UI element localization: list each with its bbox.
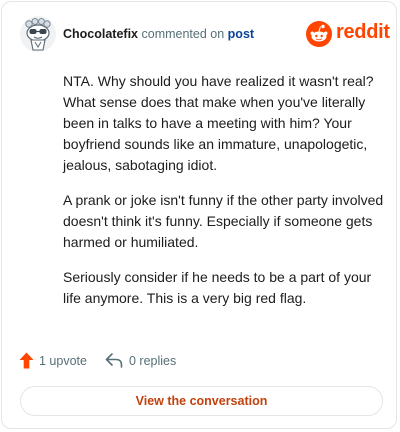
upvote-button[interactable]: 1 upvote <box>19 352 91 370</box>
replies-button[interactable]: 0 replies <box>105 352 195 370</box>
comment-paragraph: A prank or joke isn't funny if the other… <box>63 192 384 250</box>
reddit-wordmark: reddit <box>336 21 390 43</box>
comment-paragraph: NTA. Why should you have realized it was… <box>63 73 374 173</box>
view-conversation-button[interactable]: View the conversation <box>20 386 383 416</box>
comment-action-text: commented on <box>141 27 225 41</box>
comment-username[interactable]: Chocolatefix <box>63 27 138 41</box>
snoo-avatar-icon[interactable] <box>20 16 56 52</box>
comment-paragraph: Seriously consider if he needs to be a p… <box>63 269 372 306</box>
upvote-arrow-icon <box>19 352 34 369</box>
upvote-count: 1 upvote <box>39 354 87 368</box>
comment-embed-card: Chocolatefix commented on post reddit NT… <box>1 1 397 429</box>
replies-count: 0 replies <box>129 354 177 368</box>
reddit-snoo-icon <box>306 21 332 47</box>
reddit-brand[interactable]: reddit <box>306 19 390 49</box>
comment-byline: Chocolatefix commented on post <box>63 27 254 41</box>
reply-arrow-icon <box>105 353 123 368</box>
comment-header: Chocolatefix commented on post reddit <box>20 16 390 54</box>
post-link[interactable]: post <box>228 27 254 41</box>
comment-body: NTA. Why should you have realized it was… <box>63 71 387 323</box>
